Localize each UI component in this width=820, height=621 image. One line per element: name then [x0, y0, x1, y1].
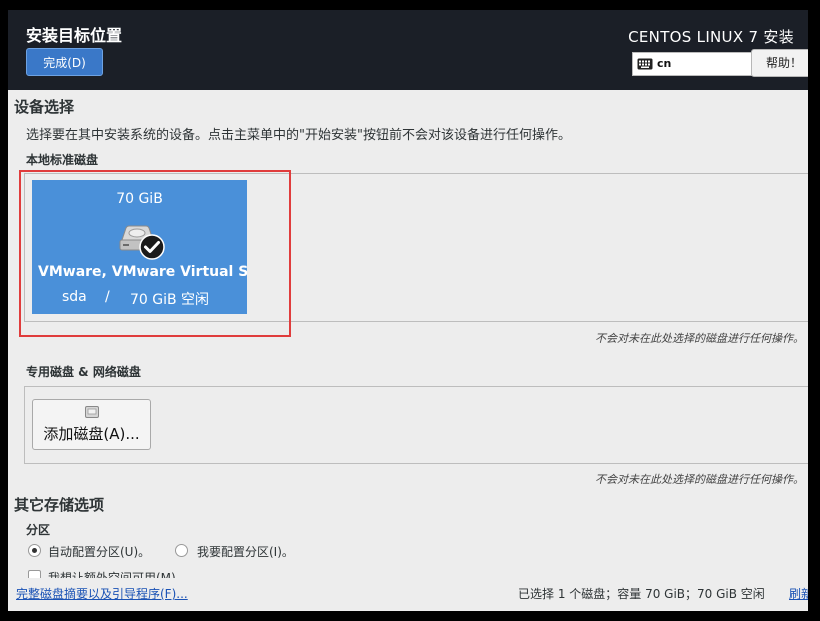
refresh-link[interactable]: 刷新(R)	[789, 585, 808, 602]
auto-partition-label: 自动配置分区(U)。	[48, 545, 151, 559]
footer-bar: 完整磁盘摘要以及引导程序(F)... 已选择 1 个磁盘；容量 70 GiB；7…	[8, 578, 808, 611]
selection-status: 已选择 1 个磁盘；容量 70 GiB；70 GiB 空闲	[518, 587, 765, 601]
checkmark-icon	[139, 234, 165, 260]
product-title: CENTOS LINUX 7 安装	[628, 28, 794, 46]
hard-disk-icon	[119, 225, 165, 260]
special-disks-heading: 专用磁盘 & 网络磁盘	[26, 365, 141, 379]
done-button[interactable]: 完成(D)	[26, 48, 103, 76]
keyboard-layout-indicator[interactable]: cn	[632, 52, 752, 76]
other-storage-heading: 其它存储选项	[14, 496, 105, 514]
add-disk-label: 添加磁盘(A)...	[43, 425, 140, 443]
keyboard-layout-label: cn	[657, 57, 672, 70]
disk-tile-sda[interactable]: 70 GiB VMware, VMware Virtual S sda / 70…	[32, 180, 247, 314]
disk-model-name: VMware, VMware Virtual S	[38, 264, 247, 280]
radio-selected-dot	[32, 548, 37, 553]
main-content: 设备选择 选择要在其中安装系统的设备。点击主菜单中的"开始安装"按钮前不会对该设…	[8, 90, 808, 611]
auto-partition-radio[interactable]	[28, 544, 41, 557]
special-disks-note: 不会对未在此处选择的磁盘进行任何操作。	[595, 473, 804, 486]
manual-partition-radio[interactable]	[175, 544, 188, 557]
install-window: 安装目标位置 完成(D) CENTOS LINUX 7 安装 cn 帮助！ 设备…	[8, 10, 808, 611]
disk-summary-link[interactable]: 完整磁盘摘要以及引导程序(F)...	[16, 585, 188, 602]
manual-partition-label: 我要配置分区(I)。	[197, 545, 294, 559]
device-selection-description: 选择要在其中安装系统的设备。点击主菜单中的"开始安装"按钮前不会对该设备进行任何…	[26, 128, 571, 143]
add-disk-button[interactable]: 添加磁盘(A)...	[32, 399, 151, 450]
partition-heading: 分区	[26, 523, 51, 537]
help-button[interactable]: 帮助！	[751, 49, 808, 77]
page-title: 安装目标位置	[26, 26, 123, 45]
local-disks-heading: 本地标准磁盘	[26, 153, 99, 167]
local-disks-note: 不会对未在此处选择的磁盘进行任何操作。	[595, 332, 804, 345]
keyboard-icon	[637, 58, 653, 70]
device-selection-heading: 设备选择	[14, 98, 75, 116]
disk-free-space: 70 GiB 空闲	[130, 292, 210, 308]
header-bar: 安装目标位置 完成(D) CENTOS LINUX 7 安装 cn 帮助！	[8, 10, 808, 90]
disk-separator: /	[105, 289, 110, 305]
disk-device-name: sda	[62, 289, 87, 305]
disk-size: 70 GiB	[116, 191, 163, 207]
add-disk-icon	[85, 406, 99, 418]
